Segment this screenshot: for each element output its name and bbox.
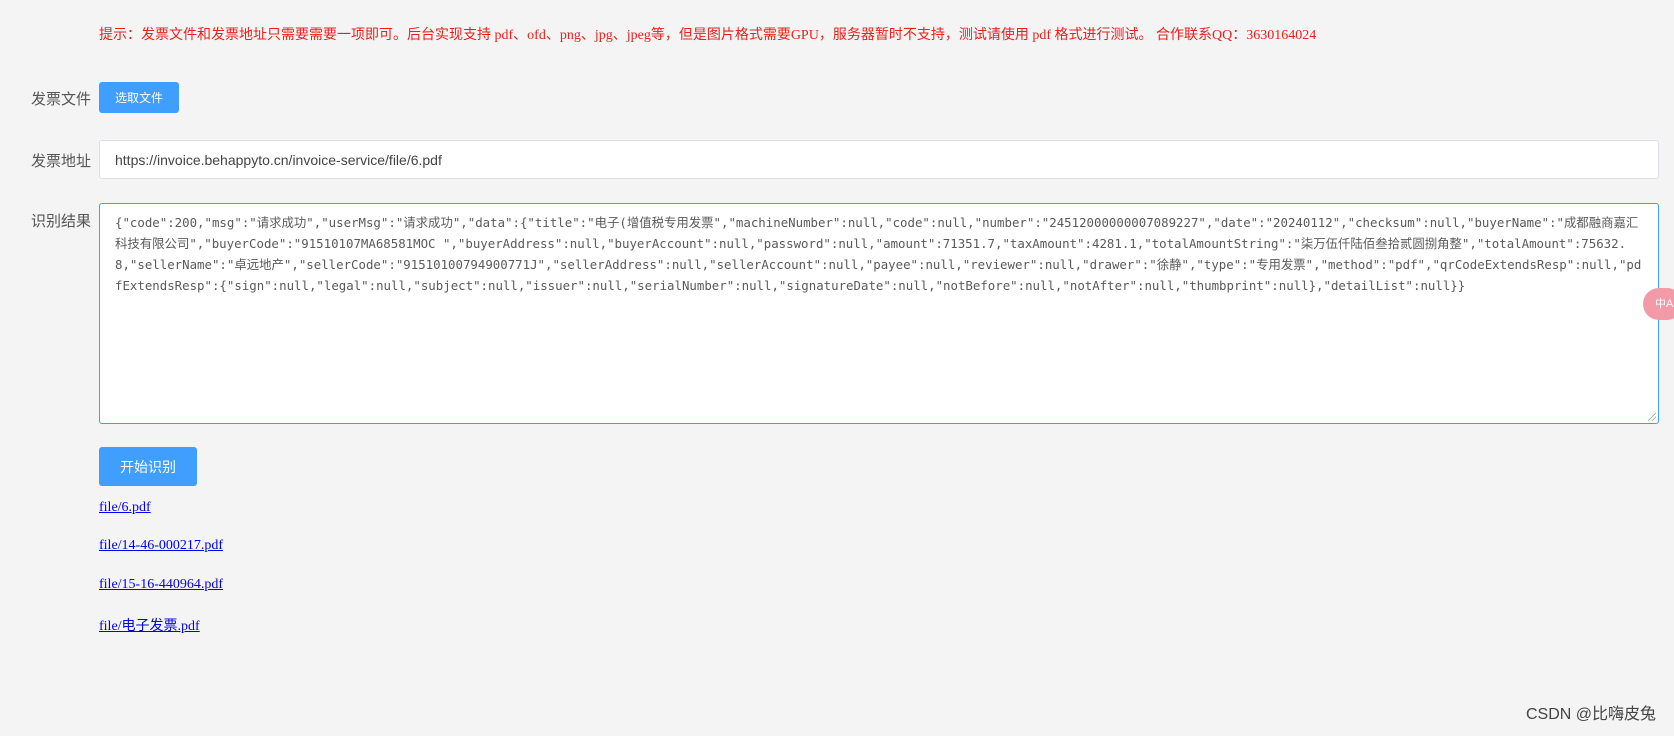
result-label: 识别结果: [31, 213, 92, 230]
csdn-watermark: CSDN @比嗨皮兔: [1525, 706, 1656, 723]
result-text: {"code":200,"msg":"请求成功","userMsg":"请求成功…: [115, 215, 1642, 293]
file-link-15-16-440964-pdf[interactable]: file/15-16-440964.pdf: [99, 577, 223, 593]
file-link-electronic-invoice-pdf[interactable]: file/电子发票.pdf: [99, 615, 200, 635]
invoice-url-input[interactable]: [99, 140, 1659, 179]
file-link-14-46-000217-pdf[interactable]: file/14-46-000217.pdf: [99, 538, 223, 554]
select-file-button[interactable]: 选取文件: [99, 82, 179, 113]
invoice-file-label: 发票文件: [31, 91, 92, 108]
resize-handle[interactable]: [1648, 413, 1656, 421]
start-recognition-button[interactable]: 开始识别: [99, 447, 197, 486]
notice-text: 提示：发票文件和发票地址只需要需要一项即可。后台实现支持 pdf、ofd、png…: [99, 28, 1317, 43]
translate-widget-icon[interactable]: 中A: [1643, 288, 1674, 320]
file-link-6-pdf[interactable]: file/6.pdf: [99, 500, 151, 516]
invoice-url-label: 发票地址: [31, 153, 92, 170]
result-textarea[interactable]: {"code":200,"msg":"请求成功","userMsg":"请求成功…: [99, 203, 1659, 424]
